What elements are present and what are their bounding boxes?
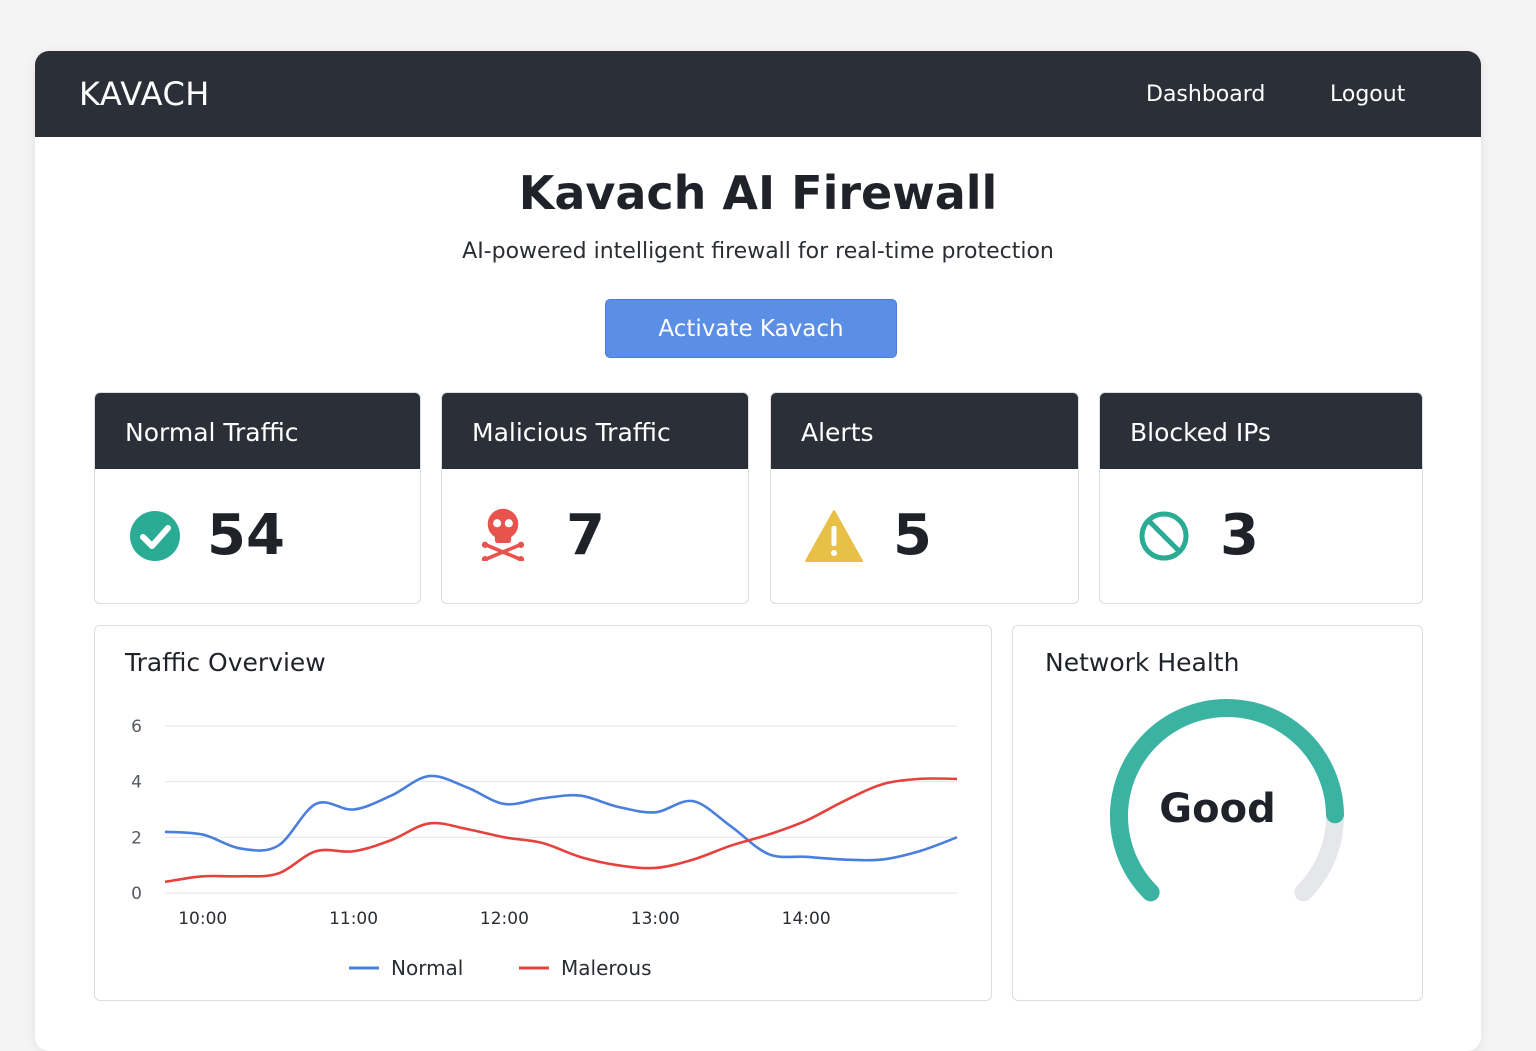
- skull-crossbones-icon: [481, 508, 525, 561]
- y-tick-label: 0: [131, 884, 142, 904]
- legend-label: Malerous: [561, 956, 652, 980]
- stat-card-alerts: Alerts 5: [770, 392, 1079, 604]
- nav-logout-link[interactable]: Logout: [1330, 51, 1405, 139]
- stat-card-normal-traffic: Normal Traffic 54: [94, 392, 421, 604]
- stat-value: 3: [1220, 503, 1259, 568]
- navbar: KAVACH Dashboard Logout: [35, 51, 1481, 137]
- stat-card-malicious-traffic: Malicious Traffic 7: [441, 392, 749, 604]
- stat-value: 54: [207, 503, 285, 568]
- stat-card-title: Malicious Traffic: [442, 393, 748, 469]
- page-title: Kavach AI Firewall: [518, 166, 998, 220]
- stat-card-title: Blocked IPs: [1100, 393, 1422, 469]
- x-tick-label: 12:00: [480, 909, 529, 929]
- nav-dashboard-link[interactable]: Dashboard: [1146, 51, 1265, 139]
- stat-card-blocked-ips: Blocked IPs 3: [1099, 392, 1423, 604]
- stat-card-title: Normal Traffic: [95, 393, 420, 469]
- traffic-overview-panel: Traffic Overview 0 2 4 6 10:00 11:00 12:00 13:0…: [94, 625, 992, 1001]
- network-health-status: Good: [1159, 786, 1276, 832]
- series-line-normal: [164, 774, 958, 862]
- legend-label: Normal: [391, 956, 463, 980]
- x-tick-label: 14:00: [782, 909, 831, 929]
- y-tick-label: 4: [131, 773, 142, 793]
- y-tick-label: 2: [131, 828, 142, 848]
- page-subtitle: AI-powered intelligent firewall for real…: [462, 239, 1054, 264]
- network-health-panel: Network Health Good: [1012, 625, 1423, 1001]
- y-tick-label: 6: [131, 717, 142, 737]
- x-tick-label: 11:00: [329, 909, 378, 929]
- app-window: KAVACH Dashboard Logout Kavach AI Firewa…: [35, 51, 1481, 1051]
- x-tick-label: 10:00: [178, 909, 227, 929]
- stat-card-title: Alerts: [771, 393, 1078, 469]
- traffic-line-chart: 0 2 4 6 10:00 11:00 12:00 13:00 14:00 Normal Maler…: [131, 717, 958, 980]
- brand-logo[interactable]: KAVACH: [79, 51, 210, 137]
- blocked-circle-icon: [1139, 511, 1189, 561]
- stat-value: 7: [566, 503, 605, 568]
- check-circle-icon: [130, 511, 180, 561]
- warning-triangle-icon: [805, 510, 863, 562]
- x-tick-label: 13:00: [631, 909, 680, 929]
- stat-value: 5: [893, 503, 932, 568]
- activate-button[interactable]: Activate Kavach: [605, 299, 897, 358]
- series-line-malerous: [164, 777, 958, 884]
